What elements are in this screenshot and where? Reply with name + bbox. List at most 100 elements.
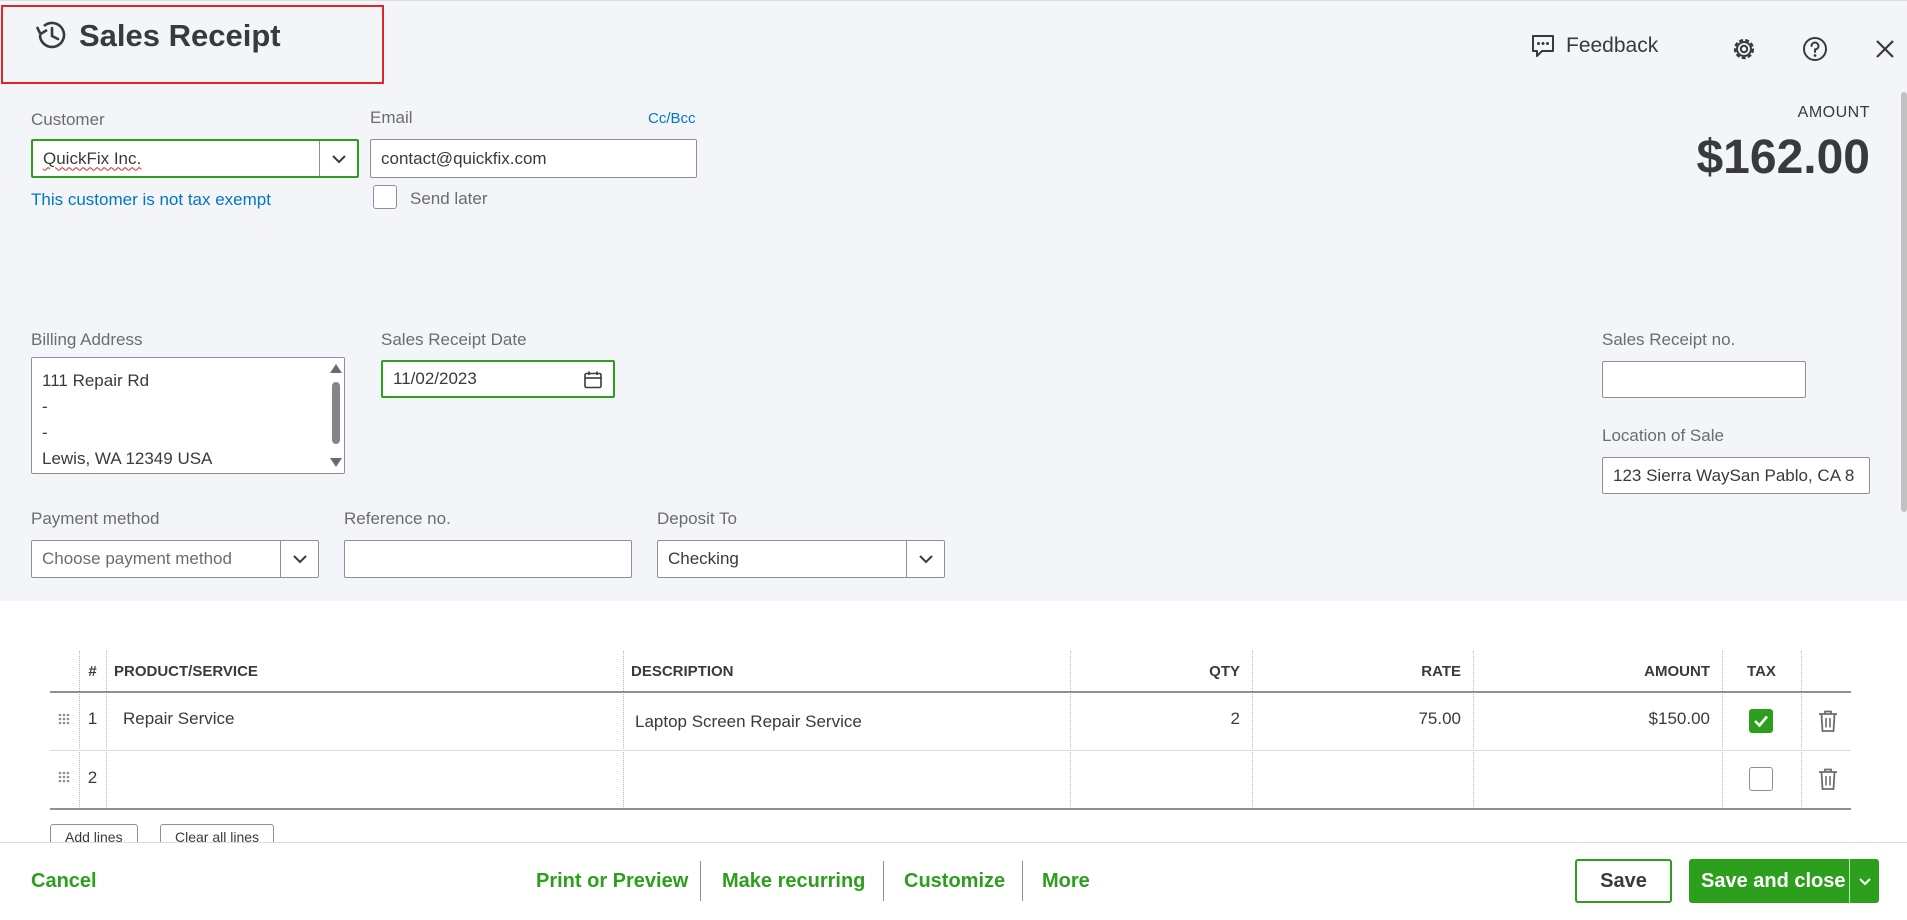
- col-header-description: DESCRIPTION: [631, 663, 734, 680]
- checkmark-icon: [1754, 715, 1768, 728]
- footer-separator: [1022, 861, 1023, 901]
- row-number: 2: [87, 767, 98, 787]
- row-qty[interactable]: 2: [1070, 696, 1252, 741]
- amount-label: AMOUNT: [1797, 104, 1870, 121]
- payment-dropdown-button[interactable]: [280, 541, 318, 577]
- payment-method-select[interactable]: Choose payment method: [31, 540, 319, 578]
- chevron-down-icon: [331, 154, 346, 163]
- customer-value: QuickFix Inc.: [43, 148, 142, 168]
- feedback-button[interactable]: Feedback: [1530, 33, 1658, 59]
- location-value: 123 Sierra WaySan Pablo, CA 8: [1613, 465, 1855, 485]
- row-tax-checkbox[interactable]: [1749, 767, 1773, 791]
- deposit-to-label: Deposit To: [657, 509, 738, 528]
- print-preview-button[interactable]: Print or Preview: [536, 870, 688, 893]
- receipt-no-label: Sales Receipt no.: [1602, 330, 1736, 349]
- drag-handle-icon[interactable]: [57, 712, 71, 726]
- gear-icon[interactable]: [1729, 34, 1759, 64]
- chevron-down-icon: [918, 555, 933, 564]
- help-icon[interactable]: [1800, 34, 1830, 64]
- receipt-date-input[interactable]: 11/02/2023: [381, 360, 615, 398]
- col-header-product: PRODUCT/SERVICE: [114, 663, 258, 680]
- col-header-amount: AMOUNT: [1644, 663, 1710, 680]
- chevron-down-icon: [292, 555, 307, 564]
- row-tax-checkbox[interactable]: [1749, 709, 1773, 733]
- trash-icon[interactable]: [1817, 709, 1839, 733]
- reference-no-input[interactable]: [344, 540, 632, 578]
- page-title: Sales Receipt: [79, 18, 281, 53]
- billing-scrollbar[interactable]: [330, 362, 342, 469]
- trash-icon[interactable]: [1817, 767, 1839, 791]
- row-rate[interactable]: 75.00: [1252, 696, 1473, 741]
- footer-separator: [700, 861, 701, 901]
- billing-address-textarea[interactable]: 111 Repair Rd - - Lewis, WA 12349 USA: [31, 357, 345, 474]
- row-description[interactable]: Laptop Screen Repair Service: [635, 699, 1065, 744]
- header-divider: [50, 691, 1851, 693]
- row-product[interactable]: Repair Service: [123, 696, 613, 741]
- col-header-rate: RATE: [1421, 663, 1461, 680]
- row-amount[interactable]: $150.00: [1473, 696, 1722, 741]
- col-header-qty: QTY: [1209, 663, 1240, 680]
- row-product[interactable]: [123, 755, 613, 800]
- receipt-no-input[interactable]: [1602, 361, 1806, 398]
- save-button[interactable]: Save: [1575, 859, 1672, 903]
- close-icon[interactable]: [1870, 34, 1900, 64]
- cc-bcc-link[interactable]: Cc/Bcc: [648, 110, 696, 127]
- amount-value: $162.00: [1696, 131, 1870, 184]
- feedback-label: Feedback: [1566, 34, 1659, 57]
- billing-line: Lewis, WA 12349 USA: [42, 449, 213, 468]
- save-and-close-button[interactable]: Save and close: [1689, 859, 1879, 903]
- email-label: Email: [370, 108, 413, 127]
- row-rate[interactable]: [1252, 755, 1473, 800]
- scroll-down-arrow-icon[interactable]: [330, 458, 342, 467]
- deposit-to-select[interactable]: Checking: [657, 540, 945, 578]
- footer-bar: Cancel Print or Preview Make recurring C…: [0, 842, 1907, 920]
- page-scrollbar[interactable]: [1901, 92, 1907, 512]
- billing-line: 111 Repair Rd: [42, 371, 150, 390]
- location-input[interactable]: 123 Sierra WaySan Pablo, CA 8: [1602, 457, 1870, 494]
- calendar-icon[interactable]: [583, 370, 603, 390]
- scroll-up-arrow-icon[interactable]: [330, 364, 342, 373]
- billing-line: -: [42, 423, 48, 442]
- payment-method-label: Payment method: [31, 509, 160, 528]
- deposit-to-value: Checking: [668, 549, 739, 568]
- email-input[interactable]: contact@quickfix.com: [370, 139, 697, 178]
- reference-no-label: Reference no.: [344, 509, 451, 528]
- receipt-date-label: Sales Receipt Date: [381, 330, 527, 349]
- col-divider: [623, 651, 624, 809]
- customize-button[interactable]: Customize: [904, 870, 1005, 893]
- customer-dropdown-button[interactable]: [319, 141, 357, 176]
- footer-separator: [883, 861, 884, 901]
- col-header-num: #: [88, 663, 97, 680]
- payment-method-placeholder: Choose payment method: [42, 549, 232, 568]
- save-and-close-label: Save and close: [1701, 869, 1846, 892]
- tax-exempt-note[interactable]: This customer is not tax exempt: [31, 190, 271, 210]
- send-later-label: Send later: [410, 189, 488, 208]
- form-header-area: [0, 0, 1907, 601]
- more-button[interactable]: More: [1042, 870, 1090, 893]
- col-divider: [106, 651, 107, 809]
- drag-handle-icon[interactable]: [57, 770, 71, 784]
- chevron-down-icon: [1858, 877, 1871, 885]
- billing-address-label: Billing Address: [31, 330, 143, 349]
- save-options-dropdown[interactable]: [1849, 859, 1879, 903]
- location-label: Location of Sale: [1602, 426, 1724, 445]
- scroll-thumb[interactable]: [332, 382, 340, 444]
- row-amount[interactable]: [1473, 755, 1722, 800]
- billing-line: -: [42, 397, 48, 416]
- cancel-button[interactable]: Cancel: [31, 870, 97, 893]
- history-icon[interactable]: [31, 15, 71, 55]
- deposit-dropdown-button[interactable]: [906, 541, 944, 577]
- email-value: contact@quickfix.com: [381, 148, 547, 168]
- send-later-checkbox[interactable]: [373, 185, 397, 209]
- row-description[interactable]: [635, 755, 1065, 800]
- feedback-icon: [1532, 35, 1554, 57]
- make-recurring-button[interactable]: Make recurring: [722, 870, 865, 893]
- row-number: 1: [87, 708, 98, 728]
- row-divider: [50, 750, 1851, 751]
- customer-select[interactable]: QuickFix Inc.: [31, 139, 359, 178]
- col-header-tax: TAX: [1747, 663, 1776, 680]
- receipt-date-value: 11/02/2023: [393, 369, 477, 388]
- customer-label: Customer: [31, 110, 105, 129]
- row-qty[interactable]: [1070, 755, 1252, 800]
- col-divider: [1801, 651, 1802, 809]
